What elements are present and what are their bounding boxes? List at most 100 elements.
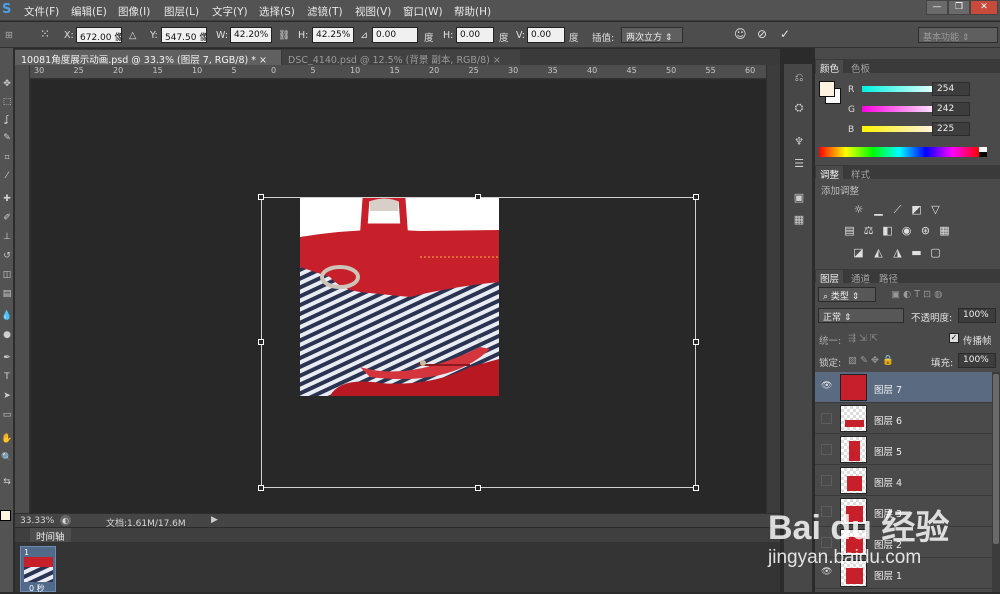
r-slider[interactable] <box>862 86 942 92</box>
h-input[interactable]: 42.25% <box>312 27 354 43</box>
fill-input[interactable]: 100% <box>958 353 996 368</box>
healing-tool-icon[interactable]: ✚ <box>1 193 13 205</box>
link-icon[interactable]: ⛓ <box>278 30 290 41</box>
dodge-tool-icon[interactable]: ● <box>1 329 13 341</box>
paragraph-panel-icon[interactable]: ▦ <box>791 212 807 228</box>
menu-edit[interactable]: 编辑(E) <box>71 4 107 19</box>
hue-sat-icon[interactable]: ▤ <box>843 224 856 237</box>
layer-row[interactable]: 图层 3 <box>815 496 992 527</box>
menu-window[interactable]: 窗口(W) <box>403 4 443 19</box>
shape-tool-icon[interactable]: ▭ <box>1 409 13 421</box>
actions-panel-icon[interactable]: ▣ <box>791 190 807 206</box>
type-tool-icon[interactable]: T <box>1 371 13 383</box>
vertical-ruler[interactable] <box>15 65 30 513</box>
transform-center-icon[interactable]: ⌖ <box>474 336 484 346</box>
restore-button[interactable]: ❐ <box>948 0 970 15</box>
opacity-input[interactable]: 100% <box>958 308 996 323</box>
visibility-toggle[interactable] <box>821 506 832 517</box>
menu-filter[interactable]: 滤镜(T) <box>307 4 343 19</box>
layer-name[interactable]: 图层 7 <box>874 382 902 396</box>
layer-name[interactable]: 图层 3 <box>874 506 902 520</box>
x-input[interactable]: 672.00 像素 <box>76 27 122 43</box>
transform-handle-bl[interactable] <box>258 485 264 491</box>
visibility-toggle[interactable] <box>821 413 832 424</box>
timeline-tab[interactable]: 时间轴 <box>30 528 71 543</box>
photo-filter-icon[interactable]: ◉ <box>900 224 913 237</box>
transform-handle-ml[interactable] <box>258 339 264 345</box>
g-slider[interactable] <box>862 106 942 112</box>
warp-icon[interactable]: ☺ <box>734 27 747 41</box>
black-white-icon[interactable]: ◧ <box>881 224 894 237</box>
w-input[interactable]: 42.20% <box>230 27 272 43</box>
transform-handle-tr[interactable] <box>693 194 699 200</box>
invert-icon[interactable]: ◪ <box>852 246 865 259</box>
layer-row[interactable]: 👁 图层 7 <box>815 372 992 403</box>
g-value[interactable]: 242 <box>932 102 970 116</box>
tab-layers[interactable]: 图层 <box>816 270 844 285</box>
propagate-checkbox[interactable]: ✓ <box>949 333 959 343</box>
eye-icon[interactable]: 👁 <box>821 568 832 579</box>
close-button[interactable]: ✕ <box>970 0 998 15</box>
fg-color-swatch[interactable] <box>819 81 835 97</box>
visibility-toggle[interactable] <box>821 444 832 455</box>
history-brush-icon[interactable]: ↺ <box>1 250 13 262</box>
tab-document-inactive[interactable]: DSC_4140.psd @ 12.5% (背景 副本, RGB/8) × <box>282 50 520 66</box>
eyedropper-tool-icon[interactable]: ⁄ <box>1 170 13 182</box>
info-panel-icon[interactable]: ⛭ <box>791 100 807 116</box>
unify-icons[interactable]: ⇶ ⇲ ⇱ <box>848 333 878 344</box>
filter-icons[interactable]: ▣ ◐ T ⊡ ◍ <box>891 289 942 300</box>
layer-filter-select[interactable]: ⌕ 类型 ⇕ <box>818 287 876 302</box>
crop-tool-icon[interactable]: ⌗ <box>1 152 13 164</box>
minimize-button[interactable]: — <box>926 0 948 15</box>
color-balance-icon[interactable]: ⚖ <box>862 224 875 237</box>
path-select-tool-icon[interactable]: ➤ <box>1 390 13 402</box>
transform-handle-bm[interactable] <box>475 485 481 491</box>
workspace-select[interactable]: 基本功能 ⇕ <box>918 27 998 43</box>
transform-handle-tm[interactable] <box>475 194 481 200</box>
blend-mode-select[interactable]: 正常 ⇕ <box>818 308 904 323</box>
channel-mixer-icon[interactable]: ⊛ <box>919 224 932 237</box>
lock-icons[interactable]: ▧ ✎ ✥ 🔒 <box>848 355 894 366</box>
menu-view[interactable]: 视图(V) <box>355 4 391 19</box>
quick-select-tool-icon[interactable]: ✎ <box>1 132 13 144</box>
layer-name[interactable]: 图层 1 <box>874 568 902 582</box>
tab-styles[interactable]: 样式 <box>847 166 874 181</box>
timeline-frame[interactable]: 1 0 秒 <box>20 546 56 593</box>
canvas-area[interactable]: ⌖ <box>31 80 766 513</box>
vertical-scrollbar[interactable] <box>766 65 780 513</box>
reference-point-icon[interactable]: ⁙ <box>40 27 50 41</box>
gradient-tool-icon[interactable]: ▤ <box>1 288 13 300</box>
tab-color[interactable]: 颜色 <box>816 60 844 75</box>
layer-row[interactable]: 图层 6 <box>815 403 992 434</box>
angle-input[interactable]: 0.00 <box>372 27 418 43</box>
menu-layer[interactable]: 图层(L) <box>164 4 199 19</box>
r-value[interactable]: 254 <box>932 82 970 96</box>
brush-tool-icon[interactable]: ✐ <box>1 212 13 224</box>
tab-channels[interactable]: 通道 <box>847 270 874 285</box>
hskew-input[interactable]: 0.00 <box>456 27 494 43</box>
menu-image[interactable]: 图像(I) <box>118 4 150 19</box>
move-tool-icon[interactable]: ✥ <box>1 78 13 90</box>
layer-name[interactable]: 图层 4 <box>874 475 902 489</box>
eye-icon[interactable]: 👁 <box>821 382 832 393</box>
eraser-tool-icon[interactable]: ◫ <box>1 269 13 281</box>
transform-handle-tl[interactable] <box>258 194 264 200</box>
layer-row[interactable]: 图层 4 <box>815 465 992 496</box>
transform-handle-br[interactable] <box>693 485 699 491</box>
layers-scroll-thumb[interactable] <box>993 374 999 544</box>
layer-row[interactable]: 图层 2 <box>815 527 992 558</box>
layer-name[interactable]: 图层 5 <box>874 444 902 458</box>
transform-handle-mr[interactable] <box>693 339 699 345</box>
gradient-map-icon[interactable]: ▬ <box>910 246 923 259</box>
tab-paths[interactable]: 路径 <box>875 270 902 285</box>
stamp-tool-icon[interactable]: ⊥ <box>1 231 13 243</box>
hand-tool-icon[interactable]: ✋ <box>1 433 13 445</box>
zoom-tool-icon[interactable]: 🔍 <box>1 452 13 464</box>
tab-document-active[interactable]: 10081角度展示动画.psd @ 33.3% (图层 7, RGB/8) * … <box>15 50 281 66</box>
lasso-tool-icon[interactable]: ʆ <box>1 114 13 126</box>
y-input[interactable]: 547.50 像素 <box>161 27 207 43</box>
menu-select[interactable]: 选择(S) <box>259 4 295 19</box>
delta-icon[interactable]: △ <box>129 30 136 41</box>
visibility-toggle[interactable] <box>821 475 832 486</box>
pen-tool-icon[interactable]: ✒ <box>1 352 13 364</box>
